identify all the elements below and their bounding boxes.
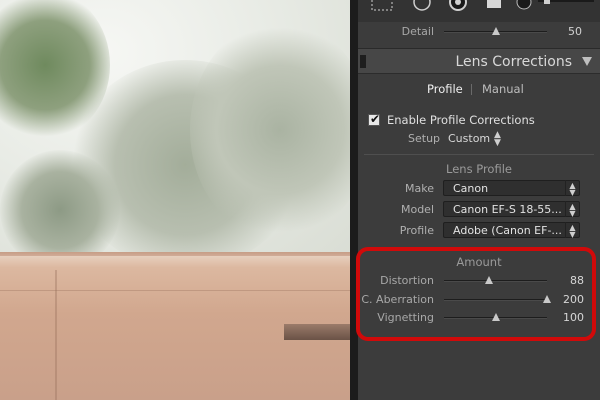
detail-slider-track[interactable] [444,27,547,35]
profile-value: Adobe (Canon EF-... [453,224,562,237]
graduated-filter-icon[interactable] [482,0,506,16]
updown-arrow-icon: ▲ ▼ [565,201,579,218]
panel-switch-icon[interactable] [360,55,366,68]
tab-separator [471,84,472,95]
lens-corrections-title: Lens Corrections [455,54,572,70]
model-label: Model [400,203,434,216]
setup-label: Setup [408,132,441,145]
photo-wall-bracket [284,324,350,340]
tab-profile[interactable]: Profile [427,82,463,96]
photo-preview [0,0,350,400]
lens-corrections-header[interactable]: Lens Corrections [358,48,600,74]
photo-wall-crack [0,290,350,291]
section-divider [364,154,594,155]
enable-profile-corrections-label[interactable]: Enable Profile Corrections [387,113,535,127]
detail-slider-row: Detail 50 [358,22,600,42]
model-select[interactable]: Canon EF-S 18-55... ▲ ▼ [443,201,580,218]
updown-arrow-icon[interactable]: ▲ ▼ [494,131,501,148]
tab-manual[interactable]: Manual [482,82,524,96]
detail-slider-thumb[interactable] [491,27,500,35]
crop-overlay-icon[interactable] [370,0,394,16]
amount-highlight-annotation [356,247,596,341]
detail-label: Detail [401,25,434,38]
collapse-triangle-icon[interactable] [582,57,592,66]
make-value: Canon [453,182,489,195]
setup-select[interactable]: Custom [448,132,490,145]
enable-profile-corrections-checkbox[interactable]: ✔ [368,112,381,126]
lens-profile-title: Lens Profile [446,162,512,176]
panel-divider [350,0,358,400]
checkmark-icon: ✔ [370,112,381,126]
make-label: Make [405,182,434,195]
profile-select[interactable]: Adobe (Canon EF-... ▲ ▼ [443,222,580,239]
updown-arrow-icon: ▲ ▼ [565,222,579,239]
spot-removal-icon[interactable] [410,0,436,16]
adjustment-brush-icon[interactable] [516,0,596,16]
detail-value[interactable]: 50 [568,25,582,38]
tool-strip [358,0,600,22]
setup-row: Setup Custom ▲ ▼ [358,130,600,148]
model-value: Canon EF-S 18-55... [453,203,562,216]
lens-corrections-tabs: Profile Manual [358,78,600,100]
profile-row: Profile Adobe (Canon EF-... ▲ ▼ [358,222,600,240]
make-row: Make Canon ▲ ▼ [358,180,600,198]
model-row: Model Canon EF-S 18-55... ▲ ▼ [358,201,600,219]
red-eye-icon[interactable] [446,0,472,16]
updown-arrow-icon: ▲ ▼ [565,180,579,197]
profile-label: Profile [399,224,434,237]
make-select[interactable]: Canon ▲ ▼ [443,180,580,197]
